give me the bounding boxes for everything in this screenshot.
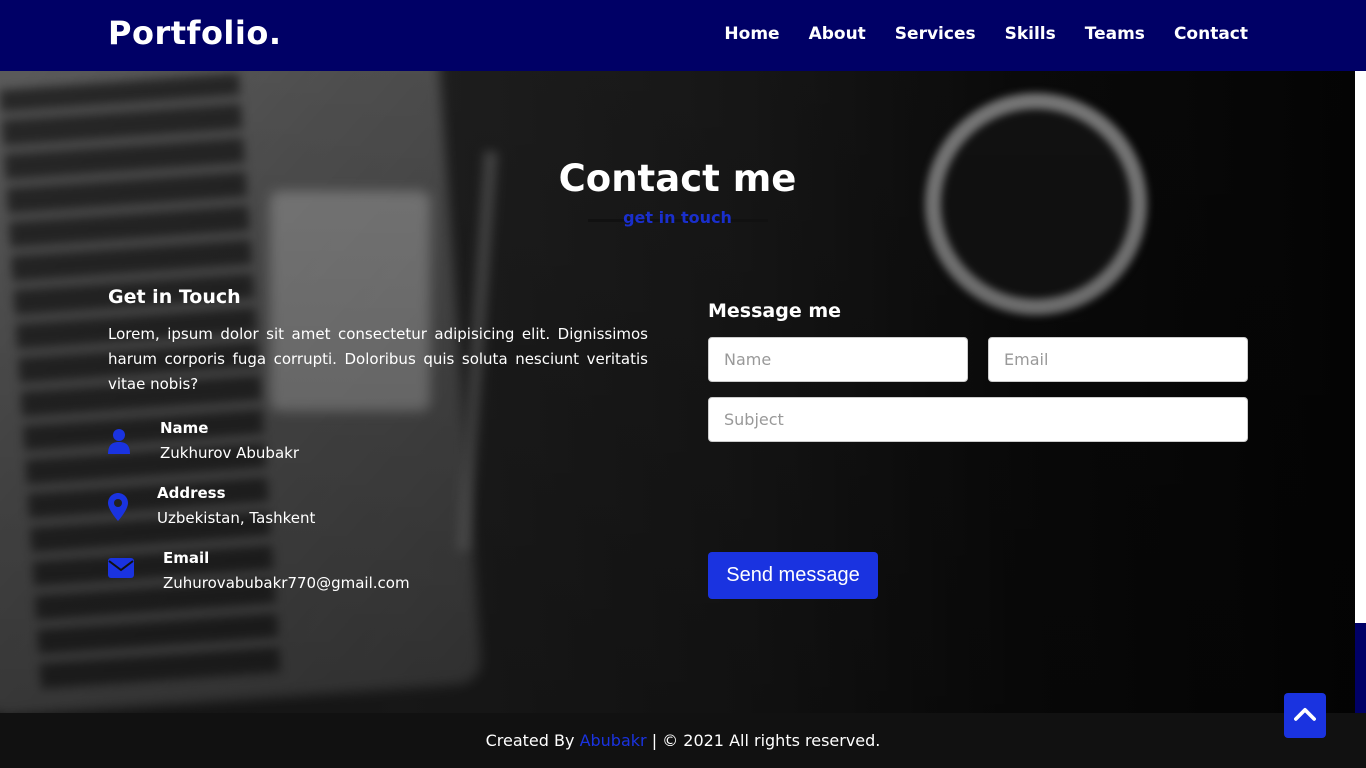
info-address-row: Address Uzbekistan, Tashkent [108, 481, 315, 531]
nav-item-skills[interactable]: Skills [1005, 24, 1056, 44]
send-message-button[interactable]: Send message [708, 552, 878, 599]
subject-input[interactable]: Subject [708, 397, 1248, 442]
section-title: Contact me [558, 157, 797, 200]
info-email-label: Email [163, 549, 210, 567]
section-subtitle: get in touch [623, 208, 732, 227]
nav-item-services[interactable]: Services [895, 24, 976, 44]
envelope-icon [108, 558, 134, 584]
nav-item-about[interactable]: About [809, 24, 866, 44]
get-in-touch-heading: Get in Touch [108, 286, 241, 308]
info-email-value[interactable]: Zuhurovabubakr770@gmail.com [163, 571, 410, 596]
footer: Created By Abubakr | © 2021 All rights r… [0, 713, 1366, 768]
contact-description: Lorem, ipsum dolor sit amet consectetur … [108, 325, 648, 393]
scroll-top-button[interactable] [1284, 693, 1326, 738]
nav-item-home[interactable]: Home [724, 24, 779, 44]
name-input[interactable]: Name [708, 337, 968, 382]
info-email-row: Email Zuhurovabubakr770@gmail.com [108, 546, 410, 596]
contact-info-column: Get in Touch Lorem, ipsum dolor sit amet… [108, 286, 648, 592]
info-name-label: Name [160, 419, 209, 437]
info-name-body: Name Zukhurov Abubakr [160, 416, 299, 466]
nav-item-contact[interactable]: Contact [1174, 24, 1248, 44]
message-column: Message me [708, 300, 1248, 322]
footer-author-link[interactable]: Abubakr [580, 731, 647, 750]
info-name-value: Zukhurov Abubakr [160, 444, 299, 462]
logo[interactable]: Portfolio. [108, 14, 282, 52]
page-edge [1355, 0, 1366, 623]
user-icon [108, 428, 130, 454]
nav-menu: Home About Services Skills Teams Contact [724, 24, 1248, 44]
message-me-heading: Message me [708, 300, 842, 322]
page-edge-accent [1355, 623, 1366, 713]
info-address-label: Address [157, 484, 226, 502]
nav-item-teams[interactable]: Teams [1085, 24, 1145, 44]
navbar: Portfolio. Home About Services Skills Te… [0, 0, 1366, 71]
info-address-body: Address Uzbekistan, Tashkent [157, 481, 315, 531]
info-name-row: Name Zukhurov Abubakr [108, 416, 299, 466]
footer-copyright: | © 2021 All rights reserved. [651, 731, 881, 750]
map-marker-icon [108, 493, 128, 521]
chevron-up-icon [1294, 706, 1316, 725]
info-address-value: Uzbekistan, Tashkent [157, 509, 316, 527]
footer-prefix: Created By [485, 731, 575, 750]
email-input[interactable]: Email [988, 337, 1248, 382]
info-email-body: Email Zuhurovabubakr770@gmail.com [163, 546, 410, 596]
